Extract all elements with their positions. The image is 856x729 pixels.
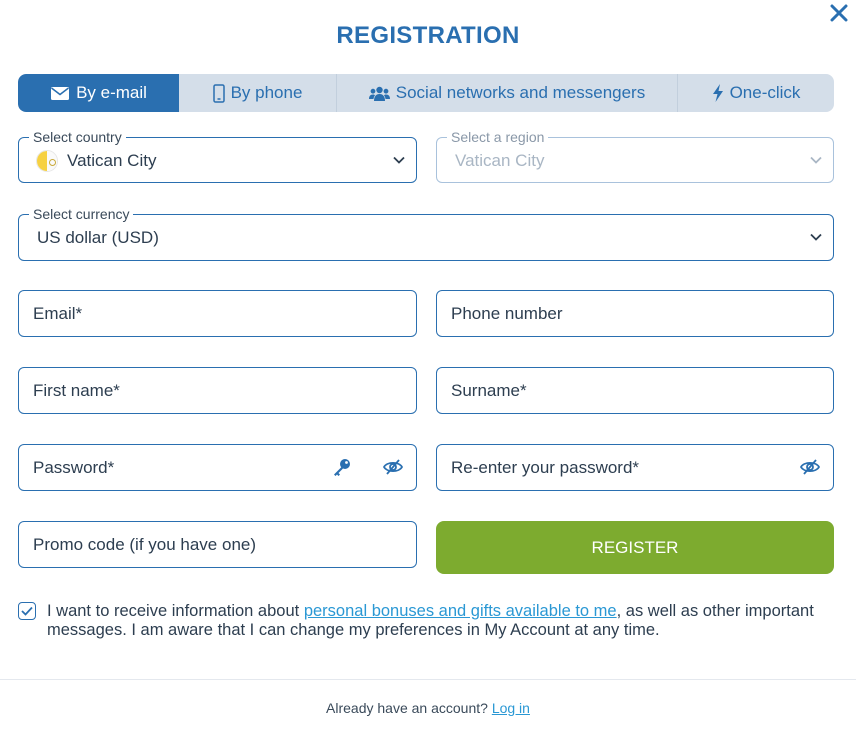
eye-slash-icon bbox=[382, 459, 404, 475]
promo-code-field[interactable]: Promo code (if you have one) bbox=[18, 521, 417, 568]
email-placeholder: Email* bbox=[33, 304, 83, 323]
tab-label: One-click bbox=[729, 83, 801, 102]
register-button[interactable]: REGISTER bbox=[436, 521, 834, 574]
generate-password-button[interactable] bbox=[332, 457, 352, 482]
country-legend: Select country bbox=[29, 129, 126, 145]
footer-divider bbox=[0, 679, 856, 680]
currency-value: US dollar (USD) bbox=[37, 228, 159, 247]
tab-label: By phone bbox=[230, 83, 303, 102]
users-icon bbox=[368, 86, 390, 101]
close-icon bbox=[830, 4, 848, 22]
region-value: Vatican City bbox=[455, 151, 545, 170]
surname-placeholder: Surname* bbox=[451, 381, 527, 400]
chevron-down-icon bbox=[810, 156, 822, 164]
password-placeholder: Password* bbox=[33, 458, 115, 477]
bonuses-link[interactable]: personal bonuses and gifts available to … bbox=[304, 602, 617, 620]
first-name-field[interactable]: First name* bbox=[18, 367, 417, 414]
region-select[interactable]: Select a region Vatican City bbox=[436, 129, 834, 183]
consent-text-before: I want to receive information about bbox=[47, 602, 304, 620]
surname-field[interactable]: Surname* bbox=[436, 367, 834, 414]
currency-legend: Select currency bbox=[29, 206, 134, 222]
modal-title: REGISTRATION bbox=[336, 22, 520, 49]
checkmark-icon bbox=[21, 606, 33, 616]
envelope-icon bbox=[51, 86, 70, 100]
login-prompt-text: Already have an account? bbox=[326, 700, 488, 716]
lightning-icon bbox=[712, 84, 723, 102]
vatican-flag-icon bbox=[36, 150, 58, 172]
registration-method-tabs: By e-mail By phone Social networks and m… bbox=[18, 74, 834, 112]
chevron-down-icon bbox=[810, 233, 822, 241]
tab-by-email[interactable]: By e-mail bbox=[18, 74, 179, 112]
currency-select[interactable]: Select currency US dollar (USD) bbox=[18, 206, 834, 261]
phone-placeholder: Phone number bbox=[451, 304, 563, 323]
phone-number-field[interactable]: Phone number bbox=[436, 290, 834, 337]
confirm-password-placeholder: Re-enter your password* bbox=[451, 458, 640, 477]
chevron-down-icon bbox=[393, 156, 405, 164]
country-value: Vatican City bbox=[67, 151, 157, 170]
consent-checkbox[interactable] bbox=[18, 602, 36, 620]
tab-one-click[interactable]: One-click bbox=[678, 74, 834, 112]
email-field[interactable]: Email* bbox=[18, 290, 417, 337]
first-name-placeholder: First name* bbox=[33, 381, 120, 400]
phone-icon bbox=[212, 83, 225, 103]
registration-modal: REGISTRATION By e-mail By phone Social n… bbox=[0, 0, 856, 729]
tab-by-phone[interactable]: By phone bbox=[179, 74, 337, 112]
eye-slash-icon bbox=[799, 459, 821, 475]
key-icon bbox=[334, 459, 350, 476]
confirm-password-field[interactable]: Re-enter your password* bbox=[436, 444, 834, 491]
login-prompt: Already have an account? Log in bbox=[0, 700, 856, 716]
tab-social-networks[interactable]: Social networks and messengers bbox=[337, 74, 678, 112]
country-select[interactable]: Select country Vatican City bbox=[18, 129, 417, 183]
toggle-confirm-password-visibility[interactable] bbox=[799, 457, 821, 482]
password-field[interactable]: Password* bbox=[18, 444, 417, 491]
login-link[interactable]: Log in bbox=[492, 700, 530, 716]
toggle-password-visibility[interactable] bbox=[382, 457, 404, 482]
tab-label: By e-mail bbox=[76, 83, 147, 102]
promo-code-placeholder: Promo code (if you have one) bbox=[33, 535, 257, 554]
tab-label: Social networks and messengers bbox=[395, 83, 646, 102]
consent-text: I want to receive information about pers… bbox=[47, 602, 847, 640]
region-legend: Select a region bbox=[447, 129, 549, 145]
